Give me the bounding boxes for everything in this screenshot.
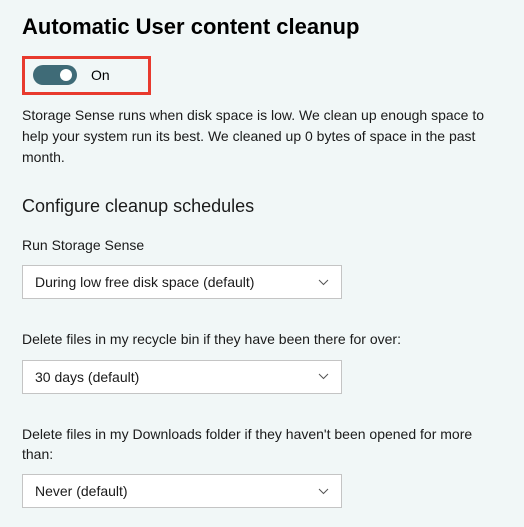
toggle-state-label: On [91, 67, 110, 83]
recycle-bin-value: 30 days (default) [35, 369, 139, 385]
recycle-bin-label: Delete files in my recycle bin if they h… [22, 329, 502, 349]
run-storage-sense-value: During low free disk space (default) [35, 274, 254, 290]
page-title: Automatic User content cleanup [22, 14, 502, 40]
cleanup-toggle[interactable] [33, 65, 77, 85]
section-title: Configure cleanup schedules [22, 196, 502, 217]
chevron-down-icon [317, 276, 329, 288]
highlight-annotation: On [22, 56, 151, 95]
chevron-down-icon [317, 485, 329, 497]
run-storage-sense-field: Run Storage Sense During low free disk s… [22, 235, 502, 299]
run-storage-sense-label: Run Storage Sense [22, 235, 502, 255]
recycle-bin-field: Delete files in my recycle bin if they h… [22, 329, 502, 393]
toggle-knob [60, 69, 72, 81]
run-storage-sense-select[interactable]: During low free disk space (default) [22, 265, 342, 299]
downloads-select[interactable]: Never (default) [22, 474, 342, 508]
downloads-field: Delete files in my Downloads folder if t… [22, 424, 502, 509]
downloads-label: Delete files in my Downloads folder if t… [22, 424, 502, 465]
downloads-value: Never (default) [35, 483, 128, 499]
storage-sense-description: Storage Sense runs when disk space is lo… [22, 105, 502, 168]
recycle-bin-select[interactable]: 30 days (default) [22, 360, 342, 394]
chevron-down-icon [317, 371, 329, 383]
cleanup-toggle-row: On [29, 61, 118, 89]
